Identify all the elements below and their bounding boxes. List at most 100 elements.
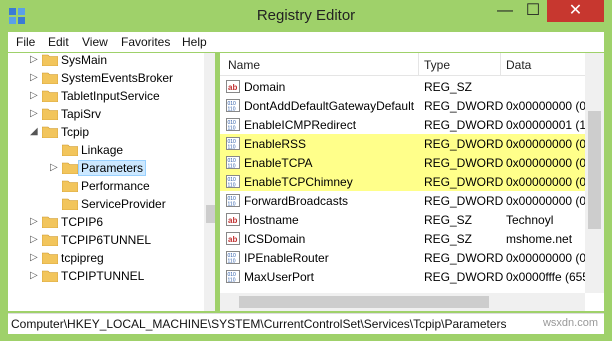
- value-data: 0x0000fffe (655: [506, 270, 585, 284]
- value-data: 0x00000000 (0): [506, 194, 585, 208]
- value-data: 0x00000001 (1): [506, 118, 585, 132]
- expand-arrow-icon[interactable]: ▷: [50, 159, 60, 177]
- menu-view[interactable]: View: [82, 35, 108, 49]
- value-name: ICSDomain: [244, 232, 306, 246]
- folder-icon: [42, 234, 58, 246]
- list-horizontal-scrollbar[interactable]: [220, 293, 585, 311]
- tree-node-label: Parameters: [77, 160, 147, 176]
- tree-node-label: SysMain: [61, 53, 108, 67]
- value-name: Domain: [244, 80, 286, 94]
- list-horizontal-thumb[interactable]: [239, 296, 489, 308]
- string-value-icon: ab: [226, 80, 240, 93]
- value-name: Hostname: [244, 213, 299, 227]
- expand-arrow-icon[interactable]: ▷: [30, 87, 40, 105]
- minimize-button[interactable]: —: [491, 0, 519, 22]
- value-row[interactable]: 010 110 EnableTCPA REG_DWORD 0x00000000 (0): [220, 153, 585, 172]
- binary-value-icon: 010110: [226, 118, 240, 131]
- binary-value-icon: 010110: [226, 251, 240, 264]
- tree-scrollbar[interactable]: [204, 53, 215, 311]
- menu-file[interactable]: File: [16, 35, 35, 49]
- key-tree-pane[interactable]: ▷ SysMain ▷ SystemEventsBroker ▷ TabletInputS…: [8, 53, 215, 311]
- value-type: REG_DWORD: [424, 99, 504, 113]
- values-list-pane[interactable]: Name Type Data ab Domain REG_SZ 010 110 DontA…: [220, 53, 604, 311]
- column-data-header[interactable]: Data: [506, 58, 531, 72]
- registry-editor-window: Registry Editor — ☐ ✕ File Edit View Fav…: [0, 0, 612, 341]
- value-row[interactable]: ab ICSDomain REG_SZ mshome.net: [220, 229, 585, 248]
- expand-arrow-icon[interactable]: ▷: [30, 69, 40, 87]
- list-vertical-thumb[interactable]: [588, 111, 601, 229]
- value-name: MaxUserPort: [244, 270, 315, 284]
- watermark: wsxdn.com: [542, 317, 598, 329]
- value-type: REG_SZ: [424, 232, 473, 246]
- expand-arrow-icon[interactable]: ◢: [30, 123, 40, 141]
- expand-arrow-icon[interactable]: ▷: [30, 231, 40, 249]
- tree-node-label: Tcpip: [61, 125, 90, 139]
- svg-text:110: 110: [228, 126, 236, 132]
- value-name: EnableTCPA: [244, 156, 313, 170]
- expand-arrow-icon[interactable]: ▷: [30, 267, 40, 285]
- value-name: IPEnableRouter: [244, 251, 329, 265]
- expand-arrow-icon[interactable]: ▷: [30, 249, 40, 267]
- tree-node-label: Performance: [81, 179, 150, 193]
- binary-value-icon: 010110: [226, 137, 240, 150]
- folder-icon: [42, 108, 58, 120]
- folder-icon: [62, 144, 78, 156]
- menu-help[interactable]: Help: [182, 35, 207, 49]
- maximize-button[interactable]: ☐: [519, 0, 547, 22]
- folder-icon: [42, 126, 58, 138]
- list-header: Name Type Data: [220, 53, 604, 76]
- status-path: Computer\HKEY_LOCAL_MACHINE\SYSTEM\Curre…: [11, 317, 507, 331]
- binary-value-icon: 010110: [226, 156, 240, 169]
- value-data: 0x00000000 (0): [506, 137, 585, 151]
- list-vertical-scrollbar[interactable]: [585, 53, 604, 293]
- value-data: 0x00000000 (0): [506, 251, 585, 265]
- value-type: REG_SZ: [424, 80, 473, 94]
- value-data: Technoyl: [506, 213, 554, 227]
- svg-text:110: 110: [228, 259, 236, 265]
- folder-icon: [42, 72, 58, 84]
- value-row[interactable]: 010 110 IPEnableRouter REG_DWORD 0x00000000 …: [220, 248, 585, 267]
- value-row[interactable]: 010 110 EnableRSS REG_DWORD 0x00000000 (0): [220, 134, 585, 153]
- value-data: mshome.net: [506, 232, 573, 246]
- svg-text:110: 110: [228, 183, 236, 189]
- tree-node-label: TCPIP6TUNNEL: [61, 233, 152, 247]
- tree-node-label: TCPIP6: [61, 215, 104, 229]
- value-type: REG_SZ: [424, 213, 473, 227]
- tree-node-label: tcpipreg: [61, 251, 104, 265]
- value-row[interactable]: 010 110 DontAddDefaultGatewayDefault REG_DW…: [220, 96, 585, 115]
- value-row[interactable]: 010 110 ForwardBroadcasts REG_DWORD 0x000000…: [220, 191, 585, 210]
- column-divider[interactable]: [418, 53, 419, 75]
- value-row[interactable]: 010 110 EnableICMPRedirect REG_DWORD 0x00000…: [220, 115, 585, 134]
- folder-icon: [62, 198, 78, 210]
- svg-text:110: 110: [228, 107, 236, 113]
- value-name: EnableRSS: [244, 137, 307, 151]
- value-type: REG_DWORD: [424, 270, 504, 284]
- value-type: REG_DWORD: [424, 175, 504, 189]
- menu-edit[interactable]: Edit: [48, 35, 69, 49]
- column-name-header[interactable]: Name: [228, 58, 260, 72]
- expand-arrow-icon[interactable]: ▷: [30, 53, 40, 69]
- close-button[interactable]: ✕: [547, 0, 604, 22]
- menu-favorites[interactable]: Favorites: [121, 35, 170, 49]
- value-row[interactable]: 010 110 MaxUserPort REG_DWORD 0x0000fffe (65…: [220, 267, 585, 286]
- expand-arrow-icon[interactable]: ▷: [30, 105, 40, 123]
- value-type: REG_DWORD: [424, 194, 504, 208]
- tree-scroll-thumb[interactable]: [206, 205, 215, 223]
- value-row[interactable]: 010 110 EnableTCPChimney REG_DWORD 0x0000000…: [220, 172, 585, 191]
- string-value-icon: ab: [226, 232, 240, 245]
- title-bar[interactable]: Registry Editor — ☐ ✕: [0, 0, 612, 32]
- expand-arrow-icon[interactable]: ▷: [30, 213, 40, 231]
- value-type: REG_DWORD: [424, 137, 504, 151]
- tree-node-label: Linkage: [81, 143, 124, 157]
- svg-text:110: 110: [228, 145, 236, 151]
- column-divider[interactable]: [500, 53, 501, 75]
- folder-icon: [62, 180, 78, 192]
- string-value-icon: ab: [226, 213, 240, 226]
- value-type: REG_DWORD: [424, 251, 504, 265]
- svg-text:110: 110: [228, 202, 236, 208]
- column-type-header[interactable]: Type: [424, 58, 450, 72]
- value-row[interactable]: ab Domain REG_SZ: [220, 77, 585, 96]
- value-name: DontAddDefaultGatewayDefault: [244, 99, 415, 113]
- tree-node-label: TCPIPTUNNEL: [61, 269, 145, 283]
- value-row[interactable]: ab Hostname REG_SZ Technoyl: [220, 210, 585, 229]
